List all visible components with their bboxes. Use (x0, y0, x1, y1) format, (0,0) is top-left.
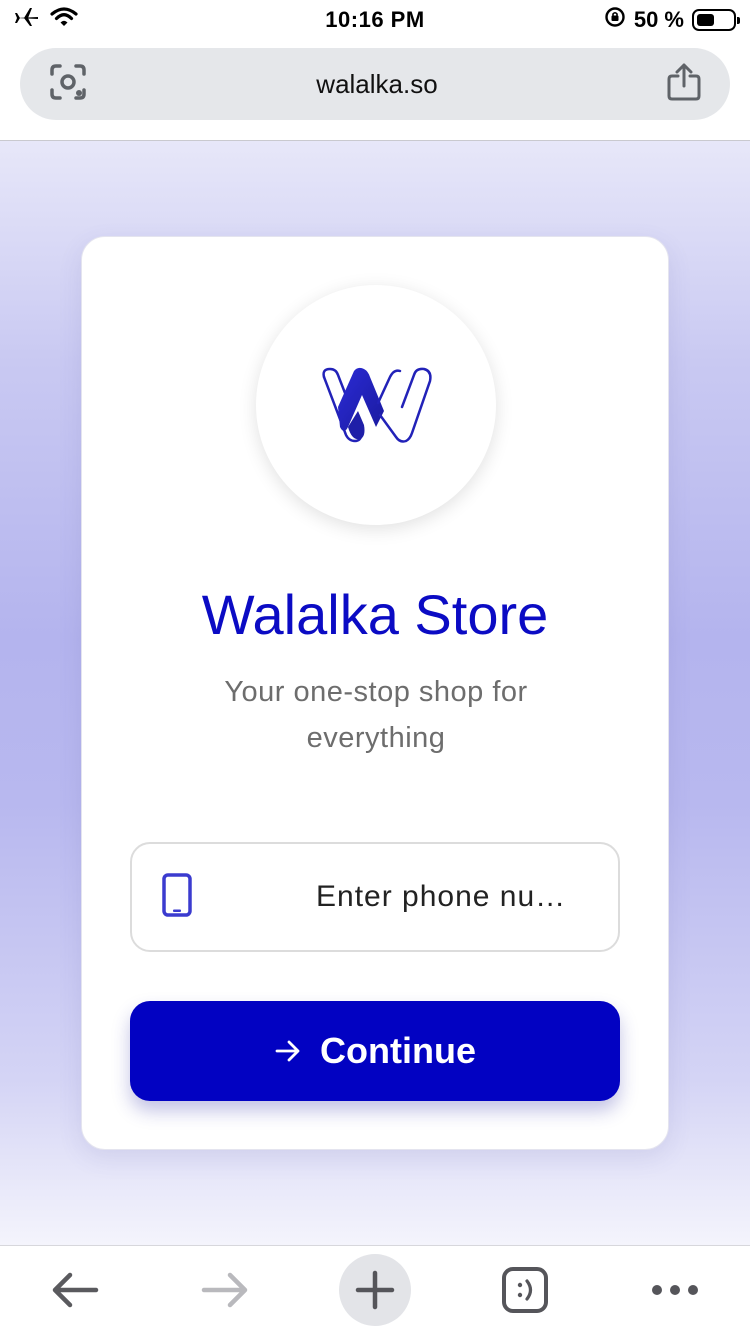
walalka-logo-icon (322, 367, 432, 443)
battery-icon (691, 9, 740, 31)
back-button[interactable] (39, 1254, 111, 1326)
store-title: Walalka Store (201, 583, 549, 646)
continue-label: Continue (320, 1030, 476, 1071)
arrow-right-icon (274, 1030, 302, 1072)
airplane-icon (14, 6, 40, 34)
status-left (14, 6, 164, 34)
orientation-lock-icon (604, 6, 626, 34)
phone-field[interactable] (130, 842, 620, 952)
forward-button[interactable] (189, 1254, 261, 1326)
battery-percent: 50 % (633, 7, 684, 32)
battery-fill (696, 14, 714, 26)
visual-lookup-icon[interactable] (48, 62, 88, 107)
page-background: Walalka Store Your one-stop shop for eve… (0, 141, 750, 1245)
plus-icon (355, 1270, 395, 1310)
url-bar[interactable]: walalka.so (20, 48, 730, 120)
more-button[interactable] (639, 1254, 711, 1326)
url-text[interactable]: walalka.so (316, 69, 437, 100)
forward-arrow-icon (201, 1272, 248, 1308)
store-subtitle: Your one-stop shop for everything (224, 676, 528, 754)
tabs-icon (502, 1267, 548, 1313)
login-card: Walalka Store Your one-stop shop for eve… (81, 236, 669, 1150)
status-right: 50 % (586, 6, 740, 34)
logo-circle (256, 285, 496, 525)
share-icon[interactable] (666, 62, 702, 107)
browser-toolbar (0, 1245, 750, 1334)
status-time: 10:16 PM (325, 7, 425, 32)
wifi-icon (50, 6, 78, 34)
phone-icon (162, 872, 192, 922)
back-arrow-icon (52, 1272, 99, 1308)
tabs-button[interactable] (489, 1254, 561, 1326)
status-bar: 10:16 PM 50 % (0, 0, 750, 40)
new-tab-button[interactable] (339, 1254, 411, 1326)
phone-input[interactable] (316, 880, 586, 914)
continue-button[interactable]: Continue (130, 1001, 620, 1101)
more-icon (652, 1285, 698, 1295)
